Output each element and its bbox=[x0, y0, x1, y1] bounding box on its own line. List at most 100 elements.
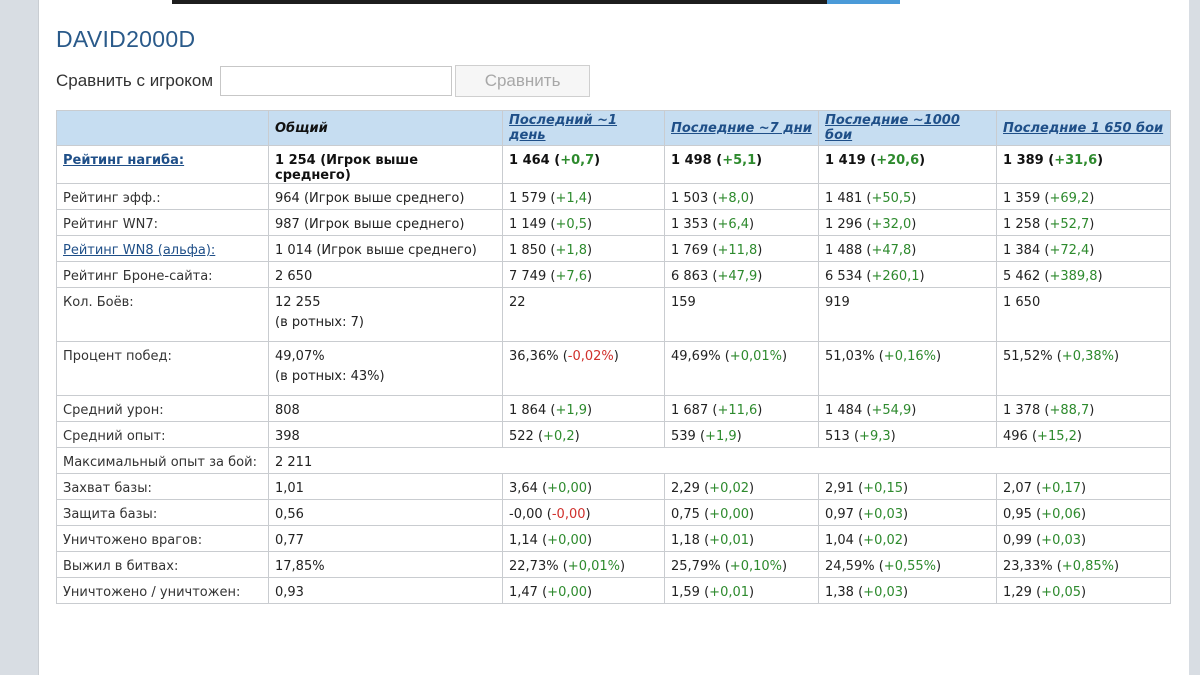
period-cell: 1 464 (+0,7) bbox=[502, 145, 665, 184]
period-delta: +0,2 bbox=[543, 429, 575, 444]
row-label: Средний опыт: bbox=[63, 429, 166, 444]
top-banner bbox=[172, 0, 827, 4]
period-cell: 1 488 (+47,8) bbox=[818, 235, 997, 262]
row-label: Средний урон: bbox=[63, 403, 164, 418]
row-label-link[interactable]: Рейтинг нагиба: bbox=[63, 153, 184, 168]
period-value: 1 149 bbox=[509, 217, 547, 232]
period-value: 25,79% bbox=[671, 559, 721, 574]
period-value: 0,99 bbox=[1003, 533, 1032, 548]
header-link-1-day[interactable]: Последний ~1 день bbox=[509, 113, 617, 143]
overall-value: 1,01 bbox=[275, 481, 304, 496]
table-row: Кол. Боёв: 12 255 (в ротных: 7) 22 159 919 1 6… bbox=[56, 287, 1171, 342]
overall-value: 1 014 (Игрок выше среднего) bbox=[275, 243, 477, 258]
period-value: 1 419 bbox=[825, 153, 866, 168]
compare-player-input[interactable] bbox=[220, 66, 453, 96]
period-delta: -0,00 bbox=[551, 507, 586, 522]
period-value: 6 534 bbox=[825, 269, 863, 284]
period-cell: 1 579 (+1,4) bbox=[502, 183, 665, 210]
period-delta: +0,05 bbox=[1041, 585, 1082, 600]
period-cell: 1 359 (+69,2) bbox=[996, 183, 1171, 210]
table-row: Процент побед: 49,07% (в ротных: 43%) 36,36… bbox=[56, 341, 1171, 396]
row-label-cell: Процент побед: bbox=[56, 341, 269, 396]
table-row: Защита базы: 0,56 -0,00 (-0,00) 0,75 (+0,00… bbox=[56, 499, 1171, 526]
period-value: 51,52% bbox=[1003, 349, 1053, 364]
header-period-7-days[interactable]: Последние ~7 дни bbox=[664, 110, 819, 146]
period-delta: +20,6 bbox=[876, 153, 920, 168]
period-value: 1,18 bbox=[671, 533, 700, 548]
period-delta: +0,03 bbox=[863, 585, 904, 600]
period-value: 1 579 bbox=[509, 191, 547, 206]
period-value: 49,69% bbox=[671, 349, 721, 364]
compare-button[interactable]: Сравнить bbox=[455, 65, 591, 97]
overall-cell: 2 211 bbox=[268, 447, 1171, 474]
period-delta: +0,15 bbox=[863, 481, 904, 496]
stats-header-row: Общий Последний ~1 день Последние ~7 дни… bbox=[56, 110, 1171, 146]
period-cell: 22,73% (+0,01%) bbox=[502, 551, 665, 578]
period-delta: +1,4 bbox=[555, 191, 588, 206]
header-link-1650-battles[interactable]: Последние 1 650 бои bbox=[1003, 121, 1163, 136]
row-label-cell: Рейтинг Броне-сайта: bbox=[56, 261, 269, 288]
period-cell: 1 353 (+6,4) bbox=[664, 209, 819, 236]
period-cell: 0,75 (+0,00) bbox=[664, 499, 819, 526]
period-cell: 6 863 (+47,9) bbox=[664, 261, 819, 288]
period-cell: 51,03% (+0,16%) bbox=[818, 341, 997, 396]
period-delta: +0,02 bbox=[863, 533, 904, 548]
period-cell: 23,33% (+0,85%) bbox=[996, 551, 1171, 578]
overall-cell: 0,77 bbox=[268, 525, 503, 552]
header-overall: Общий bbox=[268, 110, 503, 146]
header-period-1650-battles[interactable]: Последние 1 650 бои bbox=[996, 110, 1171, 146]
period-delta: +1,8 bbox=[555, 243, 588, 258]
period-delta: +0,01 bbox=[709, 533, 750, 548]
period-value: 1 850 bbox=[509, 243, 547, 258]
row-label: Рейтинг эфф.: bbox=[63, 191, 161, 206]
period-delta: +47,8 bbox=[871, 243, 912, 258]
period-cell: 1 296 (+32,0) bbox=[818, 209, 997, 236]
period-cell: 1 503 (+8,0) bbox=[664, 183, 819, 210]
period-value: 1,59 bbox=[671, 585, 700, 600]
period-value: 22,73% bbox=[509, 559, 559, 574]
page-content: DAVID2000D Сравнить с игроком Сравнить О… bbox=[38, 0, 1189, 675]
period-cell: 1,04 (+0,02) bbox=[818, 525, 997, 552]
table-row: Рейтинг Броне-сайта: 2 650 7 749 (+7,6) 6 8… bbox=[56, 261, 1171, 288]
period-value: 1 384 bbox=[1003, 243, 1041, 258]
period-value: 1,47 bbox=[509, 585, 538, 600]
period-value: 2,29 bbox=[671, 481, 700, 496]
period-cell: 1,59 (+0,01) bbox=[664, 577, 819, 604]
header-link-1000-battles[interactable]: Последние ~1000 бои bbox=[825, 113, 960, 143]
overall-value: 17,85% bbox=[275, 559, 325, 574]
period-value: 1 769 bbox=[671, 243, 709, 258]
table-row: Уничтожено врагов: 0,77 1,14 (+0,00) 1,18 (… bbox=[56, 525, 1171, 552]
row-label-cell[interactable]: Рейтинг WN8 (альфа): bbox=[56, 235, 269, 262]
period-delta: +1,9 bbox=[705, 429, 737, 444]
period-value: 1 378 bbox=[1003, 403, 1041, 418]
period-delta: +0,7 bbox=[560, 153, 595, 168]
period-delta: +50,5 bbox=[871, 191, 912, 206]
overall-cell: 49,07% (в ротных: 43%) bbox=[268, 341, 503, 396]
overall-value: 0,56 bbox=[275, 507, 304, 522]
period-value: 1 687 bbox=[671, 403, 709, 418]
overall-sub-value: (в ротных: 7) bbox=[275, 315, 364, 330]
overall-cell: 1 014 (Игрок выше среднего) bbox=[268, 235, 503, 262]
period-value: 1 258 bbox=[1003, 217, 1041, 232]
period-value: 1 353 bbox=[671, 217, 709, 232]
period-delta: +0,00 bbox=[547, 481, 588, 496]
header-period-1-day[interactable]: Последний ~1 день bbox=[502, 110, 665, 146]
header-period-1000-battles[interactable]: Последние ~1000 бои bbox=[818, 110, 997, 146]
period-cell: 919 bbox=[818, 287, 997, 342]
period-delta: +69,2 bbox=[1049, 191, 1090, 206]
top-banner-button[interactable] bbox=[827, 0, 900, 4]
row-label: Захват базы: bbox=[63, 481, 152, 496]
period-cell: 2,91 (+0,15) bbox=[818, 473, 997, 500]
period-value: 1,38 bbox=[825, 585, 854, 600]
overall-cell: 808 bbox=[268, 395, 503, 422]
period-value: 0,95 bbox=[1003, 507, 1032, 522]
period-delta: +0,5 bbox=[555, 217, 588, 232]
row-label-cell[interactable]: Рейтинг нагиба: bbox=[56, 145, 269, 184]
period-cell: 1 258 (+52,7) bbox=[996, 209, 1171, 236]
row-label-link[interactable]: Рейтинг WN8 (альфа): bbox=[63, 243, 215, 258]
row-label-cell: Уничтожено врагов: bbox=[56, 525, 269, 552]
header-link-7-days[interactable]: Последние ~7 дни bbox=[671, 121, 812, 136]
period-value: 1 296 bbox=[825, 217, 863, 232]
period-cell: 2,07 (+0,17) bbox=[996, 473, 1171, 500]
period-delta: +1,9 bbox=[555, 403, 588, 418]
